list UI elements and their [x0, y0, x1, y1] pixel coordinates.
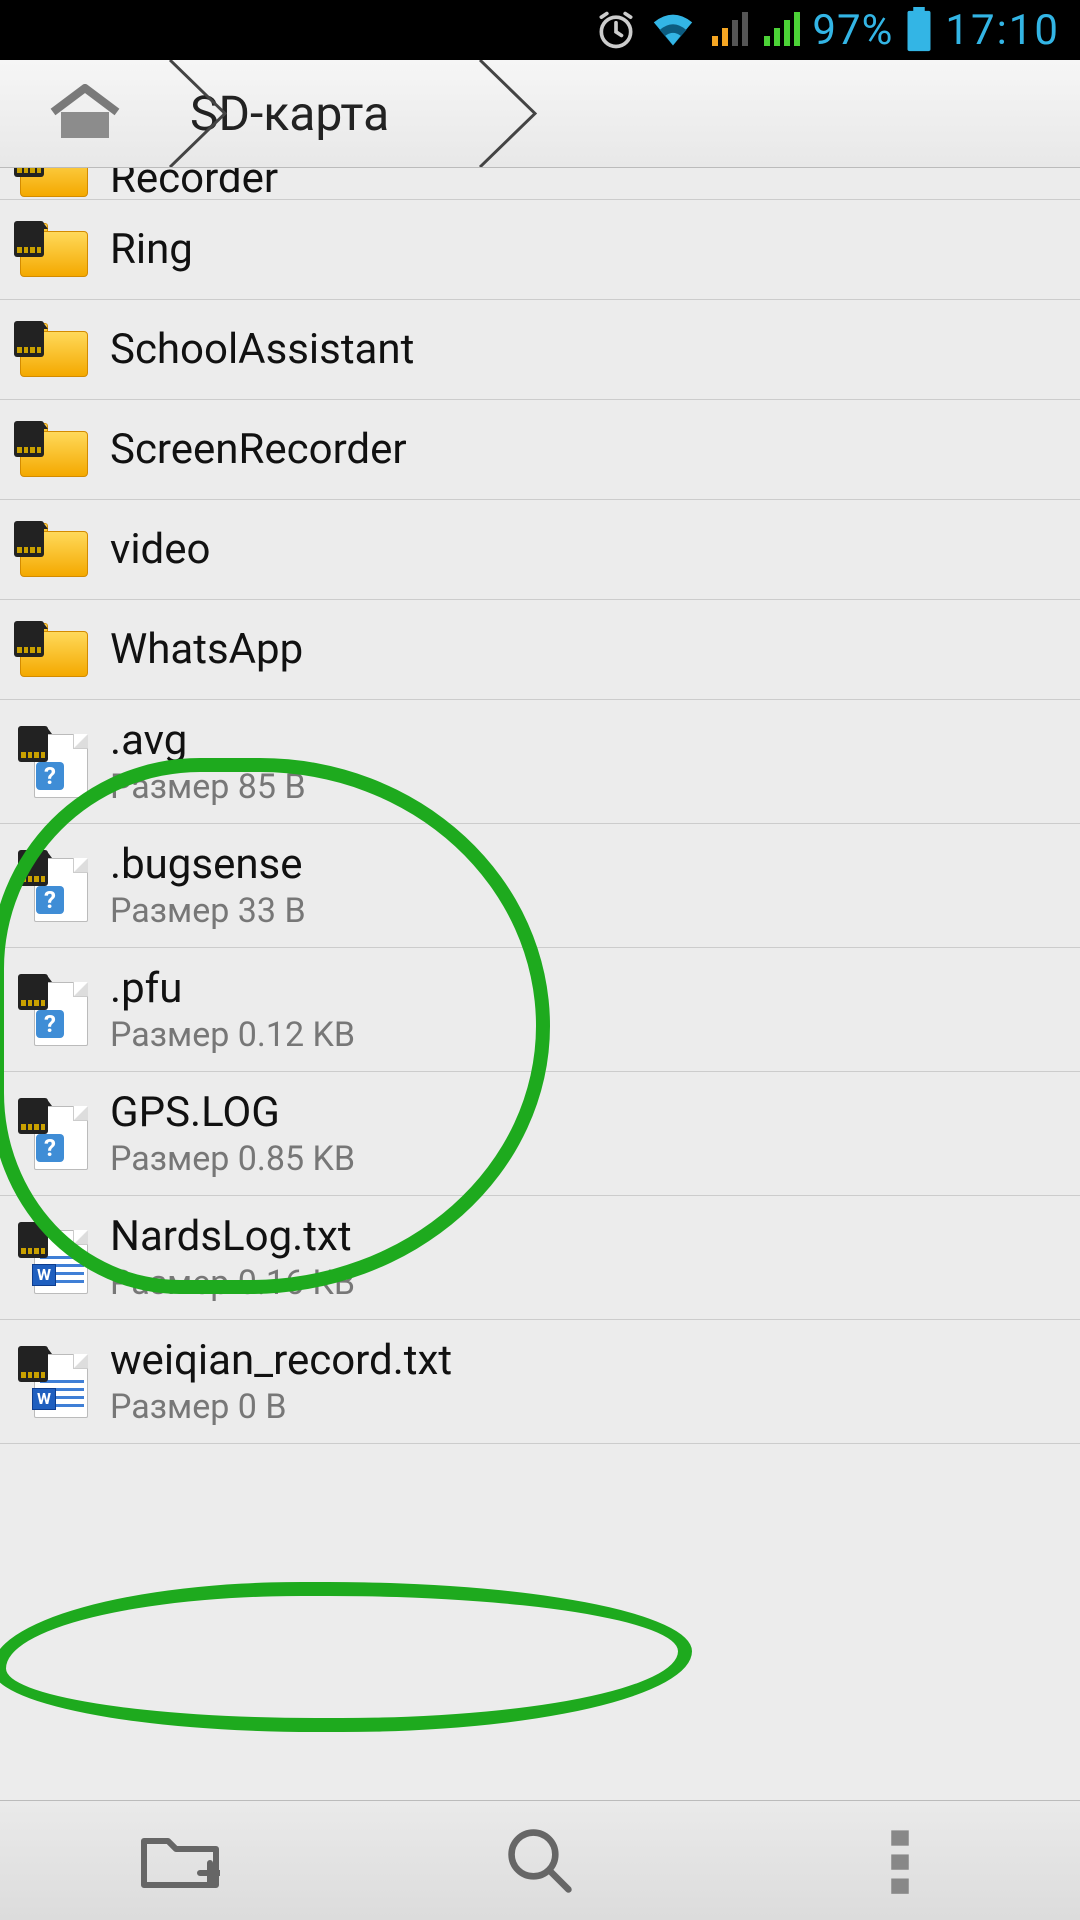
file-list[interactable]: Recorder Ring SchoolAssistant ScreenRecorde… — [0, 168, 1080, 1800]
item-name: GPS.LOG — [110, 1088, 1080, 1137]
item-size: Размер 85 B — [110, 767, 1080, 807]
new-folder-icon — [140, 1828, 220, 1894]
item-size: Размер 0 B — [110, 1387, 1080, 1427]
wifi-icon — [650, 8, 696, 52]
list-item[interactable]: ? .pfuРазмер 0.12 KB — [0, 948, 1080, 1072]
list-item[interactable]: ? .avgРазмер 85 B — [0, 700, 1080, 824]
breadcrumb: SD-карта — [0, 60, 1080, 168]
item-name: .pfu — [110, 964, 1080, 1013]
unknown-file-icon: ? — [20, 850, 88, 922]
list-item[interactable]: ScreenRecorder — [0, 400, 1080, 500]
search-button[interactable] — [360, 1801, 720, 1920]
list-item[interactable]: SchoolAssistant — [0, 300, 1080, 400]
list-item[interactable]: W NardsLog.txtРазмер 0.16 KB — [0, 1196, 1080, 1320]
item-size: Размер 0.16 KB — [110, 1263, 1080, 1303]
signal-sim1-icon — [708, 10, 748, 50]
item-name: .bugsense — [110, 840, 1080, 889]
item-size: Размер 33 B — [110, 891, 1080, 931]
folder-icon — [20, 168, 88, 197]
text-file-icon: W — [20, 1222, 88, 1294]
text-file-icon: W — [20, 1346, 88, 1418]
battery-icon — [905, 7, 933, 53]
status-clock: 17:10 — [945, 6, 1060, 55]
item-name: weiqian_record.txt — [110, 1336, 1080, 1385]
folder-icon — [20, 523, 88, 577]
unknown-file-icon: ? — [20, 726, 88, 798]
overflow-menu-button[interactable] — [720, 1801, 1080, 1920]
item-name: video — [110, 525, 1080, 574]
list-item[interactable]: ? .bugsenseРазмер 33 B — [0, 824, 1080, 948]
list-item[interactable]: Ring — [0, 200, 1080, 300]
folder-icon — [20, 423, 88, 477]
list-item[interactable]: WhatsApp — [0, 600, 1080, 700]
folder-icon — [20, 223, 88, 277]
search-icon — [505, 1826, 575, 1896]
item-name: WhatsApp — [110, 625, 1080, 674]
battery-percent: 97% — [812, 6, 893, 55]
signal-sim2-icon — [760, 10, 800, 50]
breadcrumb-chevron-icon — [0, 60, 1080, 167]
item-size: Размер 0.12 KB — [110, 1015, 1080, 1055]
list-item[interactable]: ? GPS.LOGРазмер 0.85 KB — [0, 1072, 1080, 1196]
item-size: Размер 0.85 KB — [110, 1139, 1080, 1179]
unknown-file-icon: ? — [20, 974, 88, 1046]
item-name: NardsLog.txt — [110, 1212, 1080, 1261]
item-name: ScreenRecorder — [110, 425, 1080, 474]
overflow-menu-icon — [891, 1826, 909, 1896]
list-item[interactable]: Wweiqian_record.txtРазмер 0 B — [0, 1320, 1080, 1444]
item-name: SchoolAssistant — [110, 325, 1080, 374]
folder-icon — [20, 323, 88, 377]
new-folder-button[interactable] — [0, 1801, 360, 1920]
item-name: Ring — [110, 225, 1080, 274]
folder-icon — [20, 623, 88, 677]
bottom-toolbar — [0, 1800, 1080, 1920]
list-item[interactable]: video — [0, 500, 1080, 600]
android-status-bar: 97% 17:10 — [0, 0, 1080, 60]
item-name: Recorder — [110, 168, 1080, 203]
unknown-file-icon: ? — [20, 1098, 88, 1170]
item-name: .avg — [110, 716, 1080, 765]
list-item[interactable]: Recorder — [0, 168, 1080, 200]
alarm-icon — [594, 8, 638, 52]
